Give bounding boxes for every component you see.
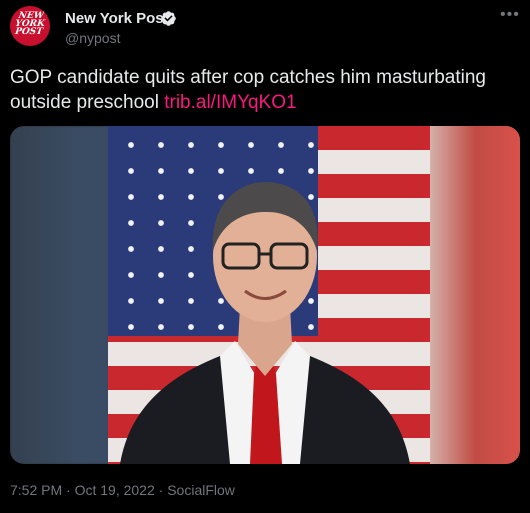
avatar-logo-text: NEW YORK POST	[14, 11, 46, 37]
account-name[interactable]: New York Post	[65, 10, 169, 27]
tweet-link[interactable]: trib.al/IMYqKO1	[164, 92, 296, 113]
man-portrait	[120, 181, 410, 464]
photo-blur-left	[10, 126, 120, 464]
tweet-source: SocialFlow	[167, 482, 235, 498]
photo-blur-right	[420, 126, 520, 464]
tweet-photo[interactable]	[10, 126, 520, 464]
meta-separator: ·	[62, 482, 75, 498]
more-options-icon[interactable]: •••	[500, 6, 520, 24]
meta-separator: ·	[154, 482, 168, 498]
tweet-time[interactable]: 7:52 PM	[10, 482, 62, 498]
account-handle[interactable]: @nypost	[65, 30, 120, 46]
verified-badge-icon	[161, 11, 176, 26]
avatar[interactable]: NEW YORK POST	[10, 6, 50, 46]
tweet-text: GOP candidate quits after cop catches hi…	[10, 65, 520, 115]
tweet-date[interactable]: Oct 19, 2022	[75, 482, 155, 498]
tweet-meta: 7:52 PM · Oct 19, 2022 · SocialFlow	[10, 482, 235, 498]
tweet: NEW YORK POST New York Post @nypost ••• …	[0, 0, 530, 513]
